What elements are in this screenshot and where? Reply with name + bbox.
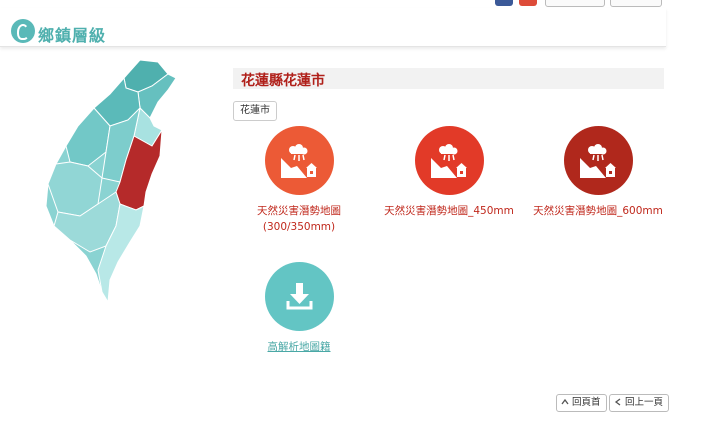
- back-to-top-label: 回頁首: [572, 397, 601, 408]
- map-item-circle[interactable]: [264, 126, 334, 195]
- landslide-icon: [430, 144, 467, 178]
- download-icon: [286, 283, 312, 310]
- landslide-icon: [280, 144, 317, 178]
- top-utility-bar: [0, 0, 720, 8]
- site-header: 鄉鎮層級: [0, 8, 666, 47]
- map-item-600mm[interactable]: 天然災害潛勢地圖_600mm: [533, 126, 663, 219]
- chevron-up-icon: [561, 398, 569, 405]
- site-title[interactable]: 鄉鎮層級: [38, 22, 106, 46]
- map-item-label[interactable]: 高解析地圖籍: [248, 339, 350, 355]
- back-button[interactable]: 回上一頁: [609, 394, 670, 412]
- map-item-circle[interactable]: [264, 262, 334, 331]
- map-item-high-res[interactable]: 高解析地圖籍: [248, 262, 350, 355]
- page-title-bar: 花蓮縣花蓮市: [233, 68, 664, 89]
- top-link-button[interactable]: [545, 0, 605, 7]
- map-item-450mm[interactable]: 天然災害潛勢地圖_450mm: [384, 126, 514, 219]
- top-link-button-2[interactable]: [610, 0, 662, 7]
- chevron-left-icon: [614, 398, 621, 406]
- map-item-300-350mm[interactable]: 天然災害潛勢地圖 (300/350mm): [248, 126, 350, 235]
- map-item-label[interactable]: 天然災害潛勢地圖_600mm: [533, 203, 663, 219]
- map-item-label[interactable]: 天然災害潛勢地圖_450mm: [384, 203, 514, 219]
- map-item-circle[interactable]: [414, 126, 484, 195]
- facebook-share-icon[interactable]: [495, 0, 513, 6]
- back-to-top-button[interactable]: 回頁首: [556, 394, 607, 412]
- breadcrumb-button[interactable]: 花蓮市: [233, 101, 277, 121]
- map-item-label[interactable]: 天然災害潛勢地圖 (300/350mm): [248, 203, 350, 235]
- google-plus-share-icon[interactable]: [519, 0, 537, 6]
- page-title: 花蓮縣花蓮市: [241, 73, 325, 89]
- landslide-icon: [579, 144, 616, 178]
- back-label: 回上一頁: [625, 397, 664, 408]
- taiwan-map: [45, 59, 177, 304]
- map-item-circle[interactable]: [563, 126, 633, 195]
- site-logo-icon[interactable]: [11, 19, 35, 43]
